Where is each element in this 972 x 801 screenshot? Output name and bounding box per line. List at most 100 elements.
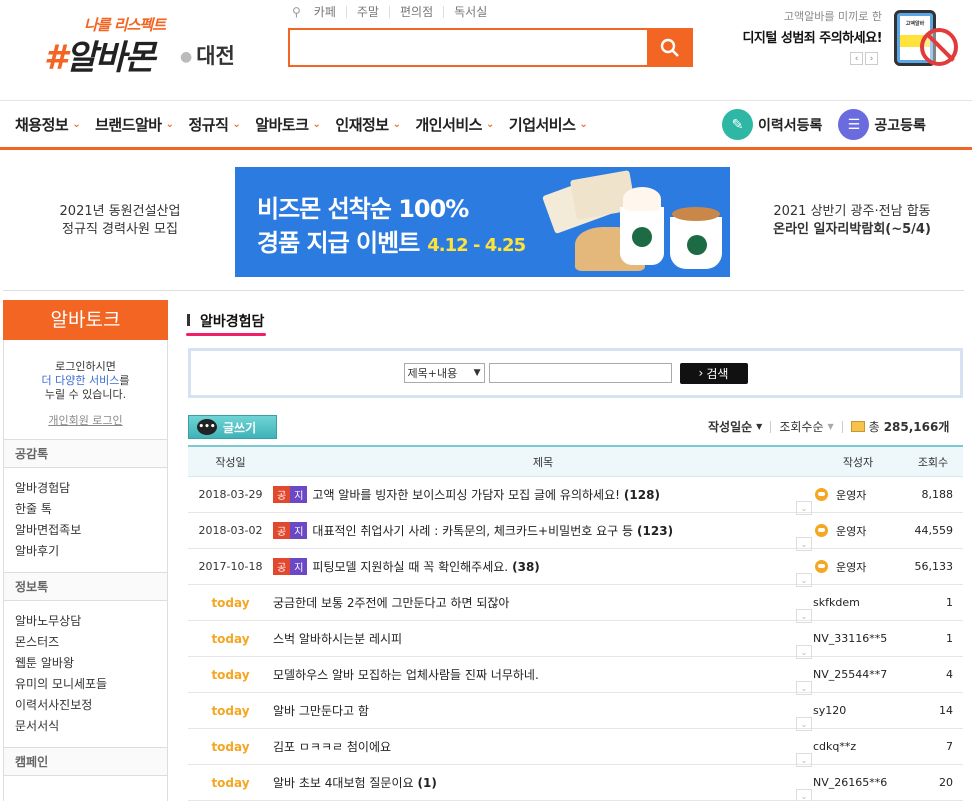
resume-icon[interactable]: ✎ xyxy=(722,109,753,140)
row-author: cdkq**z xyxy=(813,740,857,753)
nav-item-fulltime[interactable]: 정규직 ⌄ xyxy=(189,114,241,135)
write-button[interactable]: ••• 글쓰기 xyxy=(188,415,277,439)
row-date: today xyxy=(211,739,250,754)
board-search-button[interactable]: › 검색 xyxy=(679,362,748,384)
chevron-down-icon: ⌄ xyxy=(232,119,241,130)
row-title[interactable]: 궁금한데 보통 2주전에 그만둔다고 하면 되잖아 xyxy=(273,594,509,611)
col-views: 조회수 xyxy=(917,455,949,469)
login-box: 로그인하시면 더 다양한 서비스를 누릴 수 있습니다. 개인회원 로그인 xyxy=(4,340,167,440)
expand-icon[interactable]: ⌄ xyxy=(796,789,812,801)
page-title: 알바경험담 xyxy=(186,311,265,331)
notice-badge-a: 공 xyxy=(273,486,291,503)
sidebar-item[interactable]: 이력서사진보정 xyxy=(15,695,167,716)
sort-by-views[interactable]: 조회수순 xyxy=(779,418,823,435)
sidebar-item[interactable]: 알바경험담 xyxy=(15,478,167,499)
search-input[interactable] xyxy=(288,28,648,67)
row-views: 44,559 xyxy=(914,524,954,537)
notice-badge: 공지 xyxy=(273,486,308,503)
next-arrow-icon[interactable]: › xyxy=(865,52,878,65)
total-count: 285,166개 xyxy=(883,420,950,434)
row-title-cell: 스벅 알바하시는분 레시피 ⌄ xyxy=(273,630,813,659)
row-date: 2018-03-02 xyxy=(198,524,263,537)
search-small-icon: ⚲ xyxy=(292,5,301,19)
table-row: today 알바 그만둔다고 함 ⌄ sy120 14 xyxy=(188,693,963,731)
region-name: 대전 xyxy=(196,44,235,68)
banner-right-line1: 2021 상반기 광주·전남 합동 xyxy=(773,204,931,219)
row-title[interactable]: 스벅 알바하시는분 레시피 xyxy=(273,630,402,647)
personal-login-link[interactable]: 개인회원 로그인 xyxy=(4,414,167,428)
search-button[interactable] xyxy=(647,28,693,67)
row-title-cell: 궁금한데 보통 2주전에 그만둔다고 하면 되잖아 ⌄ xyxy=(273,594,813,623)
nav-item-personal[interactable]: 개인서비스 ⌄ xyxy=(415,114,494,135)
sidebar-item[interactable]: 웹툰 알바왕 xyxy=(15,653,167,674)
row-title[interactable]: 알바 그만둔다고 함 xyxy=(273,702,369,719)
board-search-input[interactable] xyxy=(488,363,672,383)
row-date: 2017-10-18 xyxy=(198,560,263,573)
banner-right[interactable]: 2021 상반기 광주·전남 합동 온라인 일자리박람회(~5/4) xyxy=(732,203,972,239)
nav-item-talk[interactable]: 알바토크 ⌄ xyxy=(255,114,321,135)
row-title[interactable]: 모델하우스 알바 모집하는 업체사람들 진짜 너무하네. xyxy=(273,666,539,683)
comment-count: (128) xyxy=(623,487,660,502)
sidebar-title[interactable]: 알바토크 xyxy=(3,300,168,340)
page-title-text: 알바경험담 xyxy=(200,314,265,330)
region-label[interactable]: ● 대전 xyxy=(180,40,235,70)
row-title[interactable]: 피팅모델 지원하실 때 꼭 확인해주세요. xyxy=(312,558,508,575)
sidebar-item[interactable]: 한줄 톡 xyxy=(15,499,167,520)
banner-right-line2: 온라인 일자리박람회(~5/4) xyxy=(773,222,931,237)
banner-center[interactable]: 비즈몬 선착순 100% 경품 지급 이벤트 4.12 - 4.25 xyxy=(235,167,730,277)
sidebar-item[interactable]: 유미의 모니세포들 xyxy=(15,674,167,695)
search-field-select[interactable]: 제목+내용 ▼ xyxy=(403,363,485,383)
row-title[interactable]: 고액 알바를 빙자한 보이스피싱 가담자 모집 글에 유의하세요! xyxy=(312,486,620,503)
header: 나를 리스펙트 #알바몬 ● 대전 ⚲ 카페 주말 편의점 독서실 고액알바를 미… xyxy=(0,0,972,100)
admin-icon xyxy=(815,524,828,537)
row-author: NV_26165**6 xyxy=(813,776,888,789)
author-name: 운영자 xyxy=(836,488,867,502)
keyword-link[interactable]: 카페 xyxy=(304,6,347,18)
sidebar-section-title: 정보톡 xyxy=(4,573,167,601)
sort-by-date[interactable]: 작성일순 xyxy=(708,418,752,435)
document-icon[interactable]: ☰ xyxy=(838,109,870,140)
post-register-link[interactable]: 공고등록 xyxy=(874,115,926,135)
nav-item-business[interactable]: 기업서비스 ⌄ xyxy=(508,114,588,135)
row-title[interactable]: 알바 초보 4대보험 질문이요 xyxy=(273,774,414,791)
chevron-down-icon: ⌄ xyxy=(392,119,401,130)
nav-item-talent[interactable]: 인재정보 ⌄ xyxy=(335,114,401,135)
table-row: today 모델하우스 알바 모집하는 업체사람들 진짜 너무하네. ⌄ NV_2… xyxy=(188,657,963,695)
row-title[interactable]: 대표적인 취업사기 사례 : 카톡문의, 체크카드+비밀번호 요구 등 xyxy=(312,522,633,539)
sidebar-item[interactable]: 알바노무상담 xyxy=(15,611,167,632)
banner-left[interactable]: 2021년 동원건설산업 정규직 경력사원 모집 xyxy=(0,203,240,239)
nav-items: 채용정보 ⌄ 브랜드알바 ⌄ 정규직 ⌄ 알바토크 ⌄ 인재정보 ⌄ 개인서비스 ⌄ 기업서… xyxy=(15,101,602,148)
sidebar-section-title: 공감톡 xyxy=(4,440,167,468)
nav-item-jobs[interactable]: 채용정보 ⌄ xyxy=(15,114,81,135)
banner-left-line1: 2021년 동원건설산업 xyxy=(59,204,181,219)
col-title: 제목 xyxy=(532,455,554,469)
sort-bar: 작성일순 ▼ 조회수순 ▼ 총 285,166개 xyxy=(708,418,949,435)
keyword-link[interactable]: 독서실 xyxy=(444,6,497,18)
resume-register-link[interactable]: 이력서등록 xyxy=(758,115,822,135)
nav-label: 인재정보 xyxy=(335,116,389,134)
notice-badge: 공지 xyxy=(273,558,308,575)
row-title-cell: 김포 ㅁㅋㅋㄹ 첨이에요 ⌄ xyxy=(273,738,813,767)
sidebar-item[interactable]: 알바후기 xyxy=(15,541,167,562)
sidebar-list: 알바노무상담 몬스터즈 웹툰 알바왕 유미의 모니세포들 이력서사진보정 문서서… xyxy=(4,601,167,748)
row-title[interactable]: 김포 ㅁㅋㅋㄹ 첨이에요 xyxy=(273,738,391,755)
keyword-link[interactable]: 편의점 xyxy=(390,6,445,18)
table-row: 2018-03-02 공지 대표적인 취업사기 사례 : 카톡문의, 체크카드+… xyxy=(188,513,963,551)
notice-badge-b: 지 xyxy=(290,522,308,539)
sidebar-item[interactable]: 문서서식 xyxy=(15,716,167,737)
divider xyxy=(770,420,772,433)
row-title-cell: 공지 고액 알바를 빙자한 보이스피싱 가담자 모집 글에 유의하세요! (128… xyxy=(273,486,813,515)
row-date: today xyxy=(211,703,250,718)
col-date: 작성일 xyxy=(215,455,246,469)
logo[interactable]: #알바몬 xyxy=(44,30,156,79)
row-title-cell: 모델하우스 알바 모집하는 업체사람들 진짜 너무하네. ⌄ xyxy=(273,666,813,695)
keyword-link[interactable]: 주말 xyxy=(347,6,390,18)
table-row: today 알바 초보 4대보험 질문이요 (1) ⌄ NV_26165**6 20 xyxy=(188,765,963,801)
sidebar-item[interactable]: 몬스터즈 xyxy=(15,632,167,653)
row-date: today xyxy=(211,667,250,682)
sidebar-item[interactable]: 알바면접족보 xyxy=(15,520,167,541)
nav-label: 기업서비스 xyxy=(508,116,576,134)
header-ad-text[interactable]: 고액알바를 미끼로 한 디지털 성범죄 주의하세요! xyxy=(730,8,882,46)
nav-item-brand[interactable]: 브랜드알바 ⌄ xyxy=(95,114,174,135)
prev-arrow-icon[interactable]: ‹ xyxy=(850,52,863,65)
